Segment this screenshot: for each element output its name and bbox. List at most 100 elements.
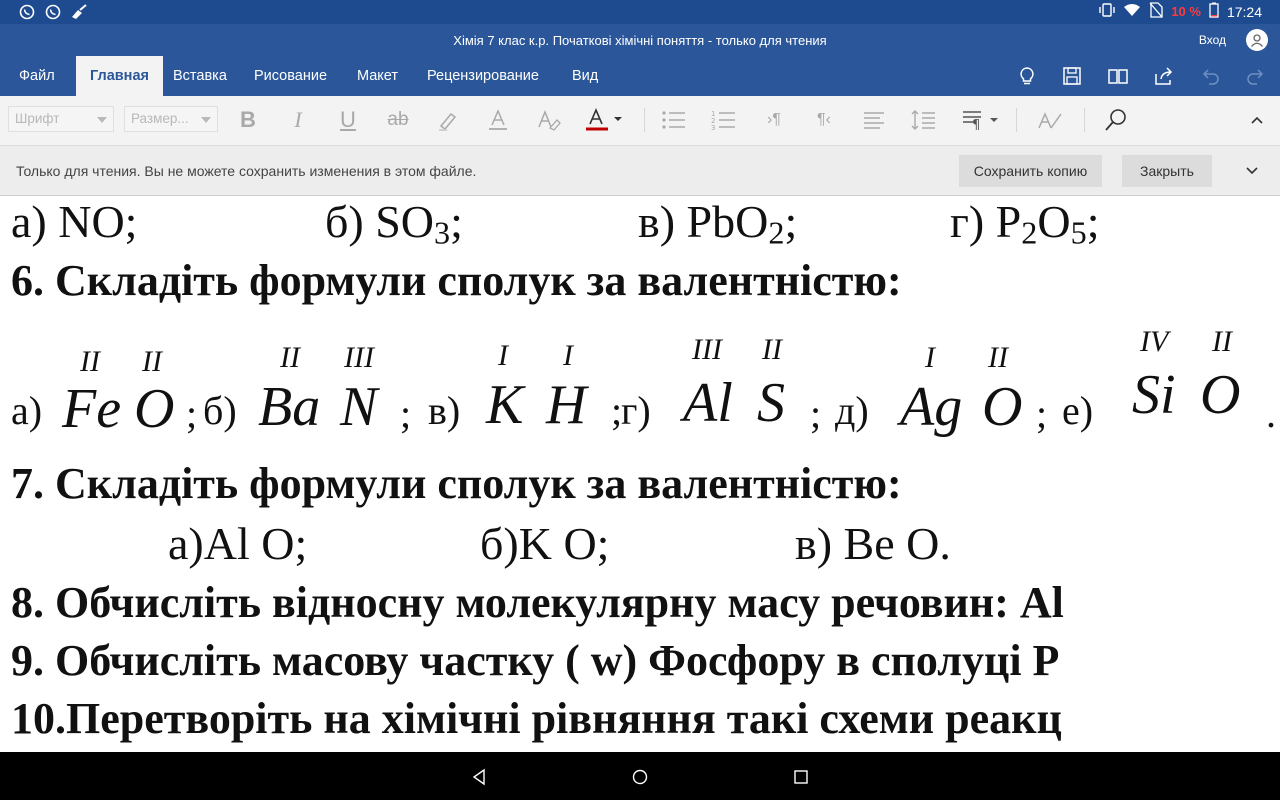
bullets-icon[interactable] <box>660 106 688 134</box>
chevron-down-icon <box>97 117 107 123</box>
chevron-down-icon[interactable] <box>1245 166 1259 176</box>
subscript: 2 <box>1021 214 1038 251</box>
home-icon[interactable] <box>629 766 651 788</box>
styles-icon[interactable] <box>1036 106 1064 134</box>
task6-label: г) <box>621 388 651 433</box>
option-d-p2o5: г) P2O5; <box>950 197 1099 251</box>
document-canvas[interactable]: а) NO; б) SO3; в) PbO2; г) P2O5; 6. Скла… <box>0 197 1280 752</box>
subscript: 3 <box>434 214 451 251</box>
collapse-ribbon-icon[interactable] <box>1243 106 1271 134</box>
toolbar-divider <box>1016 108 1017 132</box>
element-symbol: Fe <box>62 378 122 440</box>
tab-view[interactable]: Вид <box>572 56 598 96</box>
battery-icon <box>1209 2 1219 21</box>
find-icon[interactable] <box>1102 106 1130 134</box>
tab-layout[interactable]: Макет <box>357 56 398 96</box>
valence: II <box>988 341 1008 374</box>
task7-option-c: в) Be O. <box>795 518 951 569</box>
underline-icon[interactable]: U <box>334 106 362 134</box>
element-symbol: Si <box>1132 364 1176 426</box>
viber-icon <box>18 3 36 21</box>
valence: II <box>80 345 100 378</box>
clock: 17:24 <box>1226 3 1262 20</box>
no-sim-icon <box>1149 2 1163 21</box>
paragraph-icon[interactable]: ¶ <box>960 106 1000 134</box>
toolbar-divider <box>644 108 645 132</box>
option-b-so3: б) SO3; <box>325 197 463 251</box>
font-size-combo[interactable]: Размер... <box>124 106 218 132</box>
toolbar-divider <box>1084 108 1085 132</box>
share-icon[interactable] <box>1153 65 1175 87</box>
subscript: 2 <box>768 214 785 251</box>
clear-format-icon[interactable] <box>534 106 562 134</box>
highlight-icon[interactable] <box>434 106 462 134</box>
element-symbol: Al <box>683 372 733 434</box>
task6-label: б) <box>203 388 237 433</box>
valence: I <box>563 339 573 372</box>
align-icon[interactable] <box>860 106 888 134</box>
sign-in-link[interactable]: Вход <box>1199 33 1226 47</box>
element-symbol: Ag <box>900 376 963 438</box>
option-c-text: в) PbO <box>638 197 769 247</box>
subscript: 5 <box>1070 214 1087 251</box>
status-bar: 10 % 17:24 <box>0 0 1280 24</box>
viber-icon <box>44 3 62 21</box>
numbering-icon[interactable]: 123 <box>710 106 738 134</box>
font-color-icon[interactable] <box>484 106 512 134</box>
element-symbol: S <box>757 372 785 434</box>
strikethrough-icon[interactable]: ab <box>384 106 412 134</box>
close-button[interactable]: Закрыть <box>1122 155 1212 187</box>
back-icon[interactable] <box>468 766 490 788</box>
tab-review[interactable]: Рецензирование <box>427 56 539 96</box>
task-7-heading: 7. Складіть формули сполук за валентніст… <box>11 459 902 508</box>
task6-label: а) <box>11 388 43 433</box>
valence: III <box>344 341 374 374</box>
avatar[interactable] <box>1246 29 1268 51</box>
document-title: Хімія 7 клас к.р. Початкові хімічні поня… <box>453 33 827 48</box>
increase-indent-icon[interactable]: ¶‹ <box>810 106 838 134</box>
task7-option-b: б)K O; <box>480 518 610 569</box>
valence: I <box>925 341 935 374</box>
recents-icon[interactable] <box>790 766 812 788</box>
separator: ; <box>186 391 198 436</box>
tab-home[interactable]: Главная <box>76 56 163 96</box>
element-symbol: O <box>134 378 175 440</box>
redo-icon[interactable] <box>1245 65 1267 87</box>
valence: II <box>280 341 300 374</box>
element-symbol: K <box>486 374 524 436</box>
valence: I <box>498 339 508 372</box>
font-color-dropdown-icon[interactable] <box>584 106 624 134</box>
tab-draw[interactable]: Рисование <box>254 56 327 96</box>
valence: IV <box>1140 325 1169 358</box>
person-icon <box>1251 34 1263 47</box>
element-symbol: Ba <box>258 376 321 438</box>
lightbulb-icon[interactable] <box>1016 65 1038 87</box>
element-symbol: O <box>982 376 1023 438</box>
separator: ; <box>1036 391 1048 436</box>
separator: ; <box>810 391 822 436</box>
save-icon[interactable] <box>1061 65 1083 87</box>
task-6-heading: 6. Складіть формули сполук за валентніст… <box>11 256 902 305</box>
italic-icon[interactable]: I <box>284 106 312 134</box>
font-family-combo[interactable]: Шрифт <box>8 106 114 132</box>
navigation-bar <box>0 752 1280 800</box>
read-only-message: Только для чтения. Вы не можете сохранит… <box>16 163 477 179</box>
undo-icon[interactable] <box>1199 65 1221 87</box>
option-c-pbo2: в) PbO2; <box>638 197 797 251</box>
semicolon: ; <box>450 197 463 247</box>
wifi-icon <box>1123 3 1141 20</box>
svg-text:¶: ¶ <box>972 118 980 132</box>
home-toolbar: Шрифт Размер... B I U ab 123 ›¶ ¶‹ ¶ <box>0 96 1280 146</box>
semicolon: ; <box>1086 197 1100 247</box>
bold-icon[interactable]: B <box>234 106 262 134</box>
decrease-indent-icon[interactable]: ›¶ <box>760 106 788 134</box>
task6-label: е) <box>1062 388 1094 433</box>
valence: II <box>762 333 782 366</box>
ribbon-tabs: Файл Главная Вставка Рисование Макет Рец… <box>0 56 1280 96</box>
line-spacing-icon[interactable] <box>910 106 938 134</box>
tab-insert[interactable]: Вставка <box>173 56 227 96</box>
reading-view-icon[interactable] <box>1107 65 1129 87</box>
tab-file[interactable]: Файл <box>19 56 55 96</box>
save-copy-button[interactable]: Сохранить копию <box>959 155 1102 187</box>
task-8-text: 8. Обчисліть відносну молекулярну масу р… <box>11 578 1064 627</box>
